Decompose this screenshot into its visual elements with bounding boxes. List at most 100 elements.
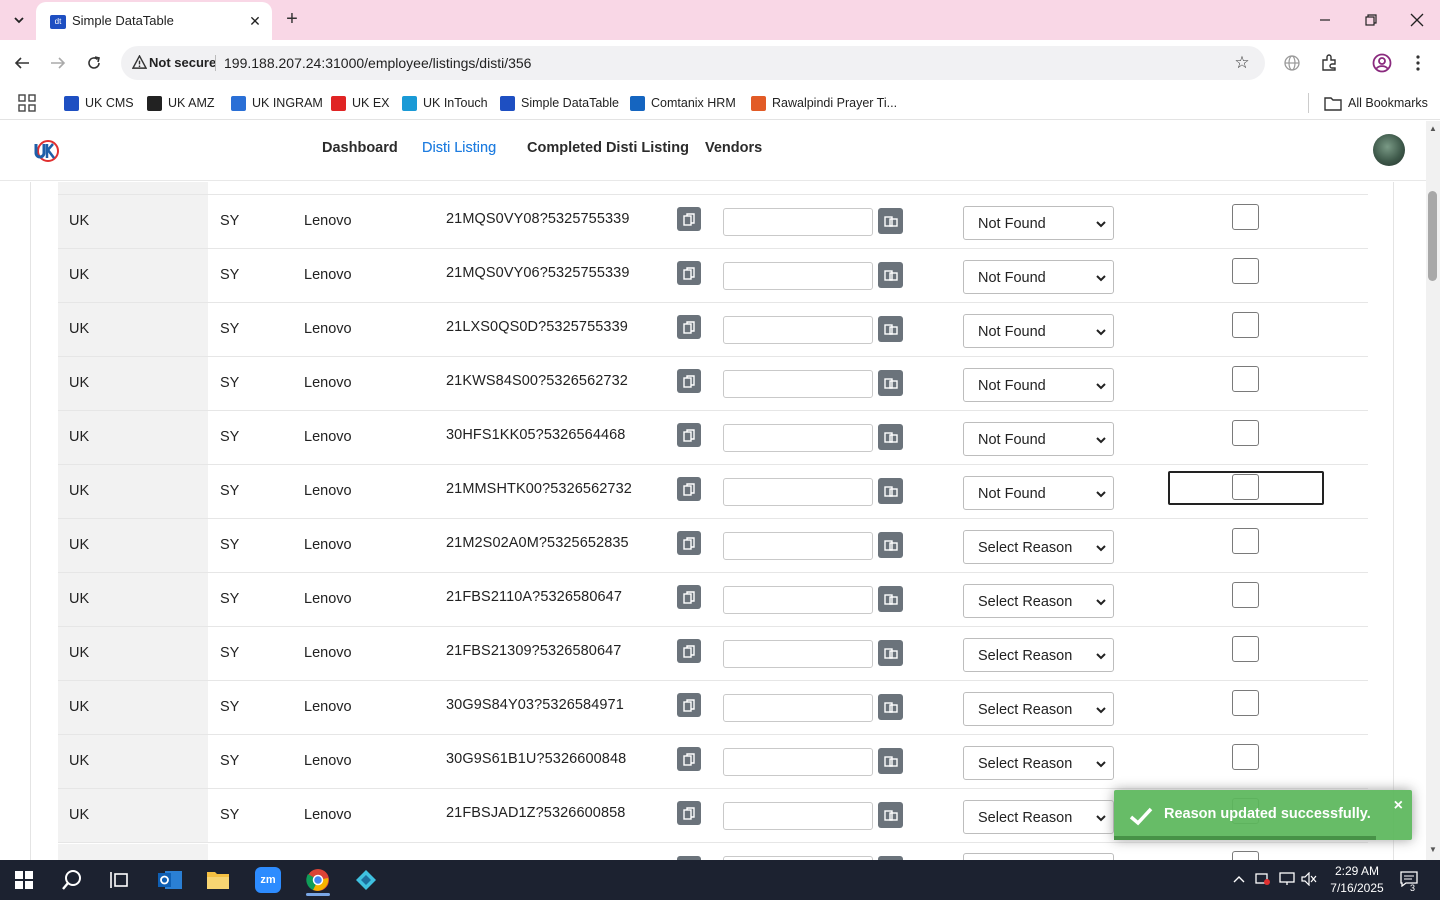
tab-search-button[interactable] — [6, 7, 32, 33]
warning-triangle-icon[interactable] — [131, 54, 148, 71]
listing-input[interactable] — [723, 424, 873, 452]
copy-sku-button[interactable] — [677, 747, 701, 771]
copy-sku-button[interactable] — [677, 369, 701, 393]
paste-button[interactable] — [878, 694, 903, 720]
page-scrollbar[interactable]: ▲ ▼ — [1426, 121, 1440, 860]
listing-input[interactable] — [723, 748, 873, 776]
row-checkbox[interactable] — [1232, 312, 1259, 338]
copy-sku-button[interactable] — [677, 693, 701, 717]
tray-chevron-up-icon[interactable] — [1230, 870, 1248, 888]
scrollbar-thumb[interactable] — [1428, 191, 1437, 281]
copy-sku-button[interactable] — [677, 315, 701, 339]
reason-select[interactable]: Select Reason — [963, 530, 1114, 564]
row-checkbox[interactable] — [1232, 528, 1259, 554]
row-checkbox[interactable] — [1232, 474, 1259, 500]
listing-input[interactable] — [723, 640, 873, 668]
listing-input[interactable] — [723, 478, 873, 506]
tab-close-icon[interactable]: ✕ — [246, 12, 264, 30]
all-bookmarks[interactable]: All Bookmarks — [1324, 92, 1428, 114]
row-checkbox[interactable] — [1232, 420, 1259, 446]
reason-select[interactable]: Not Found — [963, 260, 1114, 294]
listing-input[interactable] — [723, 316, 873, 344]
listing-input[interactable] — [723, 694, 873, 722]
copy-sku-button[interactable] — [677, 531, 701, 555]
bookmark-item[interactable]: UK AMZ — [147, 92, 215, 114]
bookmark-item[interactable]: Rawalpindi Prayer Ti... — [751, 92, 897, 114]
nav-vendors[interactable]: Vendors — [705, 140, 762, 156]
paste-button[interactable] — [878, 478, 903, 504]
scroll-down-icon[interactable]: ▼ — [1428, 845, 1438, 855]
copy-sku-button[interactable] — [677, 207, 701, 231]
user-avatar[interactable] — [1373, 134, 1405, 166]
task-view-button[interactable] — [100, 864, 140, 896]
profile-icon[interactable] — [1370, 51, 1394, 75]
copy-sku-button[interactable] — [677, 261, 701, 285]
browser-tab[interactable]: dt Simple DataTable ✕ — [36, 2, 272, 40]
row-checkbox[interactable] — [1232, 582, 1259, 608]
start-button[interactable] — [4, 864, 44, 896]
listing-input[interactable] — [723, 532, 873, 560]
browser-menu-icon[interactable] — [1406, 51, 1430, 75]
reason-select[interactable]: Not Found — [963, 206, 1114, 240]
tray-security-icon[interactable] — [1254, 870, 1272, 888]
row-checkbox[interactable] — [1232, 204, 1259, 230]
notification-center-icon[interactable] — [1400, 870, 1418, 888]
nav-disti-listing[interactable]: Disti Listing — [422, 140, 496, 156]
paste-button[interactable] — [878, 802, 903, 828]
reason-select[interactable]: Not Found — [963, 314, 1114, 348]
zoom-app[interactable]: zm — [248, 864, 288, 896]
url-text[interactable]: 199.188.207.24:31000/employee/listings/d… — [224, 55, 531, 71]
bookmark-item[interactable]: Comtanix HRM — [630, 92, 736, 114]
reason-select[interactable]: Select Reason — [963, 746, 1114, 780]
close-window-button[interactable] — [1407, 10, 1427, 30]
reason-select[interactable]: Select Reason — [963, 584, 1114, 618]
row-checkbox[interactable] — [1232, 258, 1259, 284]
listing-input[interactable] — [723, 586, 873, 614]
toast-close-icon[interactable]: × — [1394, 798, 1403, 814]
nav-completed-disti-listing[interactable]: Completed Disti Listing — [527, 140, 689, 156]
system-clock[interactable]: 2:29 AM 7/16/2025 — [1325, 863, 1389, 897]
reason-select[interactable]: Not Found — [963, 422, 1114, 456]
paste-button[interactable] — [878, 640, 903, 666]
nav-dashboard[interactable]: Dashboard — [322, 140, 398, 156]
reason-select[interactable]: Not Found — [963, 368, 1114, 402]
reload-button[interactable] — [82, 51, 106, 75]
listing-input[interactable] — [723, 262, 873, 290]
outlook-app[interactable] — [150, 864, 190, 896]
file-explorer-app[interactable] — [198, 864, 238, 896]
paste-button[interactable] — [878, 748, 903, 774]
forward-button[interactable] — [46, 51, 70, 75]
address-bar[interactable]: Not secure 199.188.207.24:31000/employee… — [121, 46, 1265, 80]
apps-grid-icon[interactable] — [18, 94, 36, 112]
vscode-like-app[interactable] — [346, 864, 386, 896]
paste-button[interactable] — [878, 316, 903, 342]
translate-icon[interactable] — [1280, 51, 1304, 75]
paste-button[interactable] — [878, 424, 903, 450]
row-checkbox[interactable] — [1232, 744, 1259, 770]
paste-button[interactable] — [878, 262, 903, 288]
reason-select[interactable]: Not Found — [963, 476, 1114, 510]
bookmark-item[interactable]: UK EX — [331, 92, 390, 114]
copy-sku-button[interactable] — [677, 585, 701, 609]
not-secure-label[interactable]: Not secure — [149, 55, 216, 70]
chrome-app[interactable] — [298, 864, 338, 896]
scroll-up-icon[interactable]: ▲ — [1428, 124, 1438, 134]
network-icon[interactable] — [1278, 870, 1296, 888]
bookmark-item[interactable]: UK CMS — [64, 92, 134, 114]
bookmark-item[interactable]: Simple DataTable — [500, 92, 619, 114]
row-checkbox[interactable] — [1232, 636, 1259, 662]
listing-input[interactable] — [723, 208, 873, 236]
bookmark-item[interactable]: UK INGRAM — [231, 92, 323, 114]
row-checkbox[interactable] — [1232, 690, 1259, 716]
back-button[interactable] — [10, 51, 34, 75]
bookmark-star-icon[interactable]: ☆ — [1231, 52, 1253, 74]
minimize-button[interactable] — [1315, 10, 1335, 30]
reason-select[interactable]: Select Reason — [963, 692, 1114, 726]
search-button[interactable] — [52, 864, 92, 896]
bookmark-item[interactable]: UK InTouch — [402, 92, 488, 114]
extensions-icon[interactable] — [1317, 51, 1341, 75]
restore-button[interactable] — [1361, 10, 1381, 30]
volume-muted-icon[interactable] — [1300, 870, 1318, 888]
reason-select[interactable]: Select Reason — [963, 800, 1114, 834]
copy-sku-button[interactable] — [677, 639, 701, 663]
